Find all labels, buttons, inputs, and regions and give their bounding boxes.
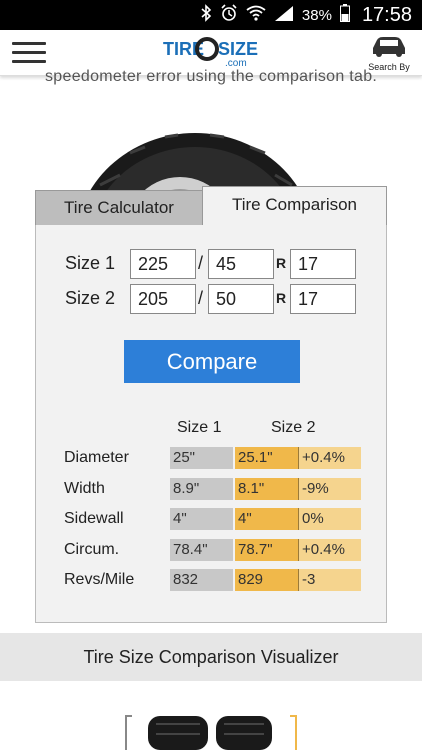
- intro-text: speedometer error using the comparison t…: [45, 68, 378, 85]
- row-label: Sidewall: [64, 510, 124, 527]
- difference-value: -9%: [299, 478, 361, 500]
- tire-visualizer-image: [120, 712, 302, 750]
- size-2-label: Size 2: [65, 288, 116, 308]
- status-bar: 38% 17:58: [0, 0, 422, 30]
- size-1-value: 8.9": [170, 478, 233, 500]
- car-icon: [369, 37, 409, 62]
- size-1-slash: /: [198, 253, 204, 273]
- size-2-value: 829: [235, 569, 299, 591]
- size-2-width-input[interactable]: [130, 284, 196, 314]
- row-label: Circum.: [64, 541, 120, 558]
- size-2-value: 4": [235, 508, 299, 530]
- size-1-aspect-input[interactable]: [208, 249, 274, 279]
- size-1-value: 4": [170, 508, 233, 530]
- svg-text:SIZE: SIZE: [218, 39, 258, 59]
- comparison-panel: Size 1 / R Size 2 / R Compare Size 1 Siz…: [35, 225, 387, 623]
- status-icons: 38% 17:58: [200, 0, 412, 30]
- results-header-size-1: Size 1: [177, 419, 222, 436]
- size-1-value: 78.4": [170, 539, 233, 561]
- difference-value: +0.4%: [299, 447, 361, 469]
- size-1-value: 832: [170, 569, 233, 591]
- results-header-size-2: Size 2: [271, 419, 316, 436]
- size-1-r: R: [276, 255, 287, 271]
- size-1-value: 25": [170, 447, 233, 469]
- size-2-value: 8.1": [235, 478, 299, 500]
- tab-tire-calculator[interactable]: Tire Calculator: [35, 190, 203, 226]
- wifi-icon: [246, 5, 266, 26]
- size-2-value: 25.1": [235, 447, 299, 469]
- size-1-label: Size 1: [65, 253, 116, 273]
- compare-button[interactable]: Compare: [124, 340, 300, 383]
- svg-text:.com: .com: [225, 58, 247, 68]
- difference-value: 0%: [299, 508, 361, 530]
- signal-icon: [274, 5, 294, 26]
- logo-graphic: TIRE SIZE .com: [163, 37, 258, 69]
- size-1-width-input[interactable]: [130, 249, 196, 279]
- difference-value: +0.4%: [299, 539, 361, 561]
- calculator-tabs: Tire Calculator Tire Comparison: [35, 186, 387, 226]
- visualizer-heading: Tire Size Comparison Visualizer: [0, 633, 422, 681]
- size-2-row: Size 2 / R: [36, 284, 388, 314]
- size-2-r: R: [276, 290, 287, 306]
- alarm-icon: [220, 3, 238, 27]
- size-2-aspect-input[interactable]: [208, 284, 274, 314]
- row-label: Revs/Mile: [64, 571, 135, 588]
- size-2-rim-input[interactable]: [290, 284, 356, 314]
- site-logo[interactable]: TIRE SIZE .com: [163, 36, 259, 69]
- difference-value: -3: [299, 569, 361, 591]
- clock: 17:58: [361, 3, 412, 26]
- menu-icon[interactable]: [12, 40, 46, 66]
- tab-tire-comparison[interactable]: Tire Comparison: [202, 186, 387, 226]
- size-2-slash: /: [198, 288, 204, 308]
- bluetooth-icon: [200, 3, 212, 27]
- row-label: Width: [64, 480, 105, 497]
- battery-icon: [339, 3, 350, 27]
- row-label: Diameter: [64, 449, 129, 466]
- size-1-rim-input[interactable]: [290, 249, 356, 279]
- size-1-row: Size 1 / R: [36, 249, 388, 279]
- size-2-value: 78.7": [235, 539, 299, 561]
- battery-percent: 38%: [301, 6, 332, 24]
